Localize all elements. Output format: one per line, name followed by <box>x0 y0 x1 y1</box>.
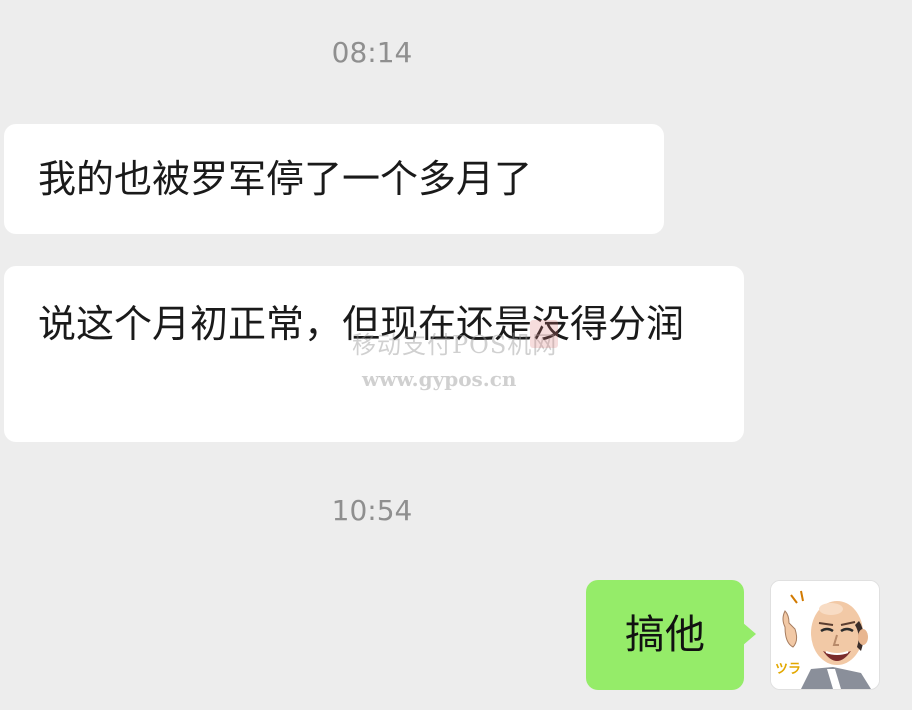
message-text: 说这个月初正常，但现在还是没得分润 <box>38 302 685 346</box>
received-message-bubble[interactable]: 说这个月初正常，但现在还是没得分润 <box>4 266 744 442</box>
avatar-caption: ツラ <box>775 662 801 677</box>
timestamp: 08:14 <box>331 36 413 69</box>
message-text: 我的也被罗军停了一个多月了 <box>38 157 533 201</box>
avatar[interactable]: ツラ <box>770 580 880 690</box>
timestamp: 10:54 <box>331 494 413 527</box>
sent-message-bubble[interactable]: 搞他 <box>586 580 744 690</box>
bubble-tail <box>742 622 756 646</box>
cartoon-man-avatar-icon: ツラ <box>771 581 879 689</box>
received-message-bubble[interactable]: 我的也被罗军停了一个多月了 <box>4 124 664 234</box>
sent-message[interactable]: 搞他 <box>586 580 756 690</box>
message-text: 搞他 <box>625 612 705 658</box>
